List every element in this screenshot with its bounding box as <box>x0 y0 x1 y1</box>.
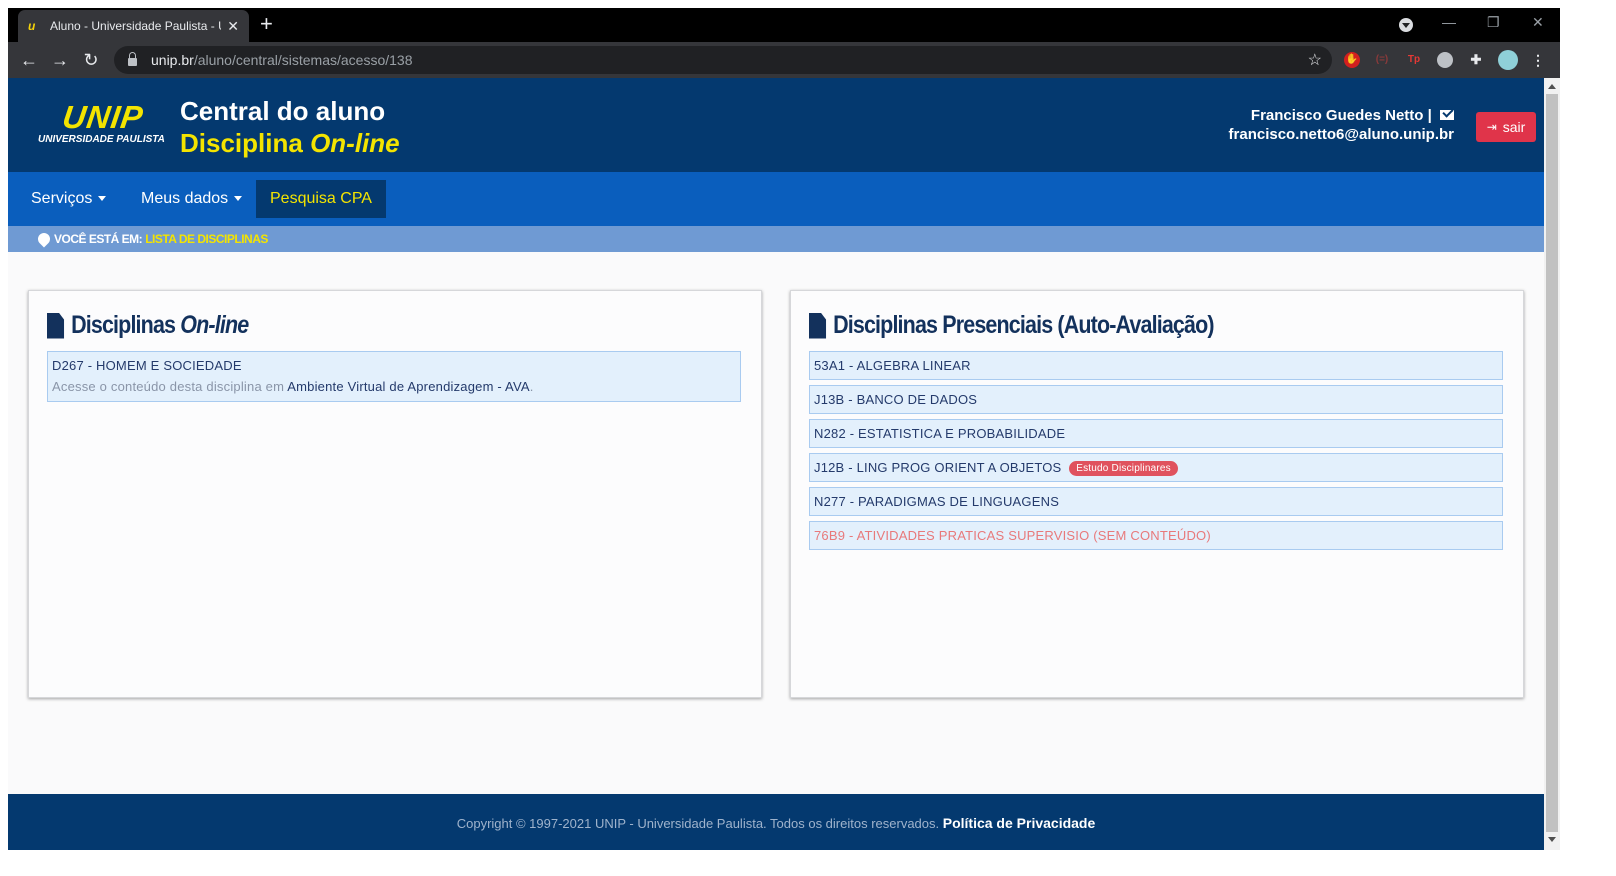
tab-strip: u Aluno - Universidade Paulista - U ✕ + … <box>8 8 1560 42</box>
ava-link[interactable]: Ambiente Virtual de Aprendizagem - AVA <box>287 379 529 394</box>
logo-subtitle: UNIVERSIDADE PAULISTA <box>38 134 165 145</box>
privacy-policy-link[interactable]: Política de Privacidade <box>943 815 1096 831</box>
online-discipline-list: D267 - HOMEM E SOCIEDADE Acesse o conteú… <box>47 351 741 407</box>
list-item[interactable]: J12B - LING PROG ORIENT A OBJETOS Estudo… <box>809 453 1503 482</box>
nav-meus-dados[interactable]: Meus dados <box>127 172 256 226</box>
tab-search-icon[interactable] <box>1399 18 1413 32</box>
puzzle-extensions-icon[interactable]: ✚ <box>1468 52 1484 68</box>
globe-extension-icon[interactable] <box>1437 52 1453 68</box>
presencial-disciplines-panel: Disciplinas Presenciais (Auto-Avaliação)… <box>790 290 1524 698</box>
breadcrumb: VOCÊ ESTÁ EM: LISTA DE DISCIPLINAS <box>8 226 1544 252</box>
discipline-label: J13B - BANCO DE DADOS <box>814 392 978 407</box>
tab-title: Aluno - Universidade Paulista - U <box>50 19 222 33</box>
online-panel-title: Disciplinas On-line <box>47 311 249 340</box>
back-icon[interactable]: ← <box>17 48 41 72</box>
user-name: Francisco Guedes Netto <box>1250 107 1424 124</box>
address-bar[interactable]: unip.br/aluno/central/sistemas/acesso/13… <box>114 46 1332 74</box>
bookmark-star-icon[interactable]: ☆ <box>1308 50 1322 70</box>
scroll-down-icon[interactable] <box>1548 837 1556 846</box>
discipline-label: N282 - ESTATISTICA E PROBABILIDADE <box>814 426 1066 441</box>
subtitle-main: Disciplina <box>180 128 303 158</box>
online-title-italic: On-line <box>180 311 249 339</box>
access-note-suffix: . <box>529 379 534 394</box>
unip-favicon-icon: u <box>28 19 36 33</box>
page-title: Central do aluno <box>180 96 386 126</box>
site-header: UNIP UNIVERSIDADE PAULISTA Central do al… <box>8 78 1544 172</box>
nav-servicos-label: Serviços <box>31 190 93 207</box>
user-separator: | <box>1427 107 1432 124</box>
list-item[interactable]: J13B - BANCO DE DADOS <box>809 385 1503 414</box>
lock-icon <box>128 52 137 66</box>
presencial-discipline-list: 53A1 - ALGEBRA LINEAR J13B - BANCO DE DA… <box>809 351 1503 555</box>
breadcrumb-label: VOCÊ ESTÁ EM: <box>54 232 143 246</box>
access-note-prefix: Acesse o conteúdo desta disciplina em <box>52 379 285 394</box>
logout-label: sair <box>1502 119 1526 135</box>
discipline-access-note: Acesse o conteúdo desta disciplina em Am… <box>52 379 736 394</box>
nav-servicos[interactable]: Serviços <box>17 172 120 226</box>
breadcrumb-current[interactable]: LISTA DE DISCIPLINAS <box>145 232 268 246</box>
list-item[interactable]: D267 - HOMEM E SOCIEDADE Acesse o conteú… <box>47 351 741 402</box>
discipline-label: J12B - LING PROG ORIENT A OBJETOS <box>814 460 1062 475</box>
user-info: Francisco Guedes Netto | francisco.netto… <box>1229 106 1454 144</box>
page-subtitle: Disciplina On-line <box>180 128 400 159</box>
list-item[interactable]: N282 - ESTATISTICA E PROBABILIDADE <box>809 419 1503 448</box>
site-footer: Copyright © 1997-2021 UNIP - Universidad… <box>8 794 1544 850</box>
copyright-text: Copyright © 1997-2021 UNIP - Universidad… <box>456 816 940 831</box>
extension-icon[interactable]: (=) <box>1374 52 1390 68</box>
scroll-up-icon[interactable] <box>1548 80 1556 89</box>
list-item-disabled: 76B9 - ATIVIDADES PRATICAS SUPERVISIO (S… <box>809 521 1503 550</box>
discipline-label: D267 - HOMEM E SOCIEDADE <box>52 358 242 373</box>
restore-icon[interactable]: ❐ <box>1487 14 1500 31</box>
nav-meus-dados-label: Meus dados <box>141 190 229 207</box>
nav-pesquisa-cpa-label: Pesquisa CPA <box>270 190 372 207</box>
forward-icon[interactable]: → <box>48 48 72 72</box>
browser-menu-icon[interactable]: ⋮ <box>1530 52 1546 68</box>
profile-avatar[interactable] <box>1498 50 1518 70</box>
browser-window: u Aluno - Universidade Paulista - U ✕ + … <box>8 8 1560 850</box>
list-item[interactable]: N277 - PARADIGMAS DE LINGUAGENS <box>809 487 1503 516</box>
nav-pesquisa-cpa[interactable]: Pesquisa CPA <box>256 180 386 218</box>
discipline-label: 53A1 - ALGEBRA LINEAR <box>814 358 971 373</box>
minimize-icon[interactable]: — <box>1442 14 1456 30</box>
main-nav: Serviços Meus dados Pesquisa CPA <box>8 172 1544 226</box>
tp-extension-icon[interactable]: Tp <box>1406 52 1422 68</box>
discipline-label: N277 - PARADIGMAS DE LINGUAGENS <box>814 494 1060 509</box>
discipline-label: 76B9 - ATIVIDADES PRATICAS SUPERVISIO (S… <box>814 528 1211 543</box>
unip-logo[interactable]: UNIP UNIVERSIDADE PAULISTA <box>38 99 168 145</box>
presencial-panel-title: Disciplinas Presenciais (Auto-Avaliação) <box>809 311 1215 340</box>
browser-tab[interactable]: u Aluno - Universidade Paulista - U ✕ <box>18 10 249 42</box>
new-tab-icon[interactable]: + <box>260 13 273 35</box>
presencial-title: Disciplinas Presenciais (Auto-Avaliação) <box>833 311 1214 339</box>
sign-out-icon: ⇥ <box>1486 120 1497 134</box>
caret-down-icon <box>234 196 243 205</box>
map-pin-icon <box>35 230 53 248</box>
browser-toolbar: ← → ↻ unip.br/aluno/central/sistemas/ace… <box>8 42 1560 78</box>
estudo-disciplinares-badge[interactable]: Estudo Disciplinares <box>1069 461 1178 476</box>
scroll-thumb[interactable] <box>1546 94 1558 832</box>
page-scrollbar[interactable] <box>1544 78 1560 850</box>
url-host: unip.br <box>151 52 194 68</box>
close-tab-icon[interactable]: ✕ <box>227 18 239 35</box>
logout-button[interactable]: ⇥ sair <box>1476 112 1536 142</box>
user-email: francisco.netto6@aluno.unip.br <box>1228 126 1454 143</box>
file-icon <box>809 312 827 339</box>
adblock-extension-icon[interactable]: ✋ <box>1344 52 1360 68</box>
url-path: /aluno/central/sistemas/acesso/138 <box>193 52 413 68</box>
envelope-icon[interactable] <box>1440 110 1454 120</box>
reload-icon[interactable]: ↻ <box>79 48 103 72</box>
file-icon <box>47 312 65 339</box>
list-item[interactable]: 53A1 - ALGEBRA LINEAR <box>809 351 1503 380</box>
close-window-icon[interactable]: ✕ <box>1532 14 1544 31</box>
subtitle-italic: On-line <box>310 128 400 158</box>
online-title-main: Disciplinas <box>71 311 176 339</box>
caret-down-icon <box>98 196 107 205</box>
online-disciplines-panel: Disciplinas On-line D267 - HOMEM E SOCIE… <box>28 290 762 698</box>
logo-text: UNIP <box>60 99 146 135</box>
